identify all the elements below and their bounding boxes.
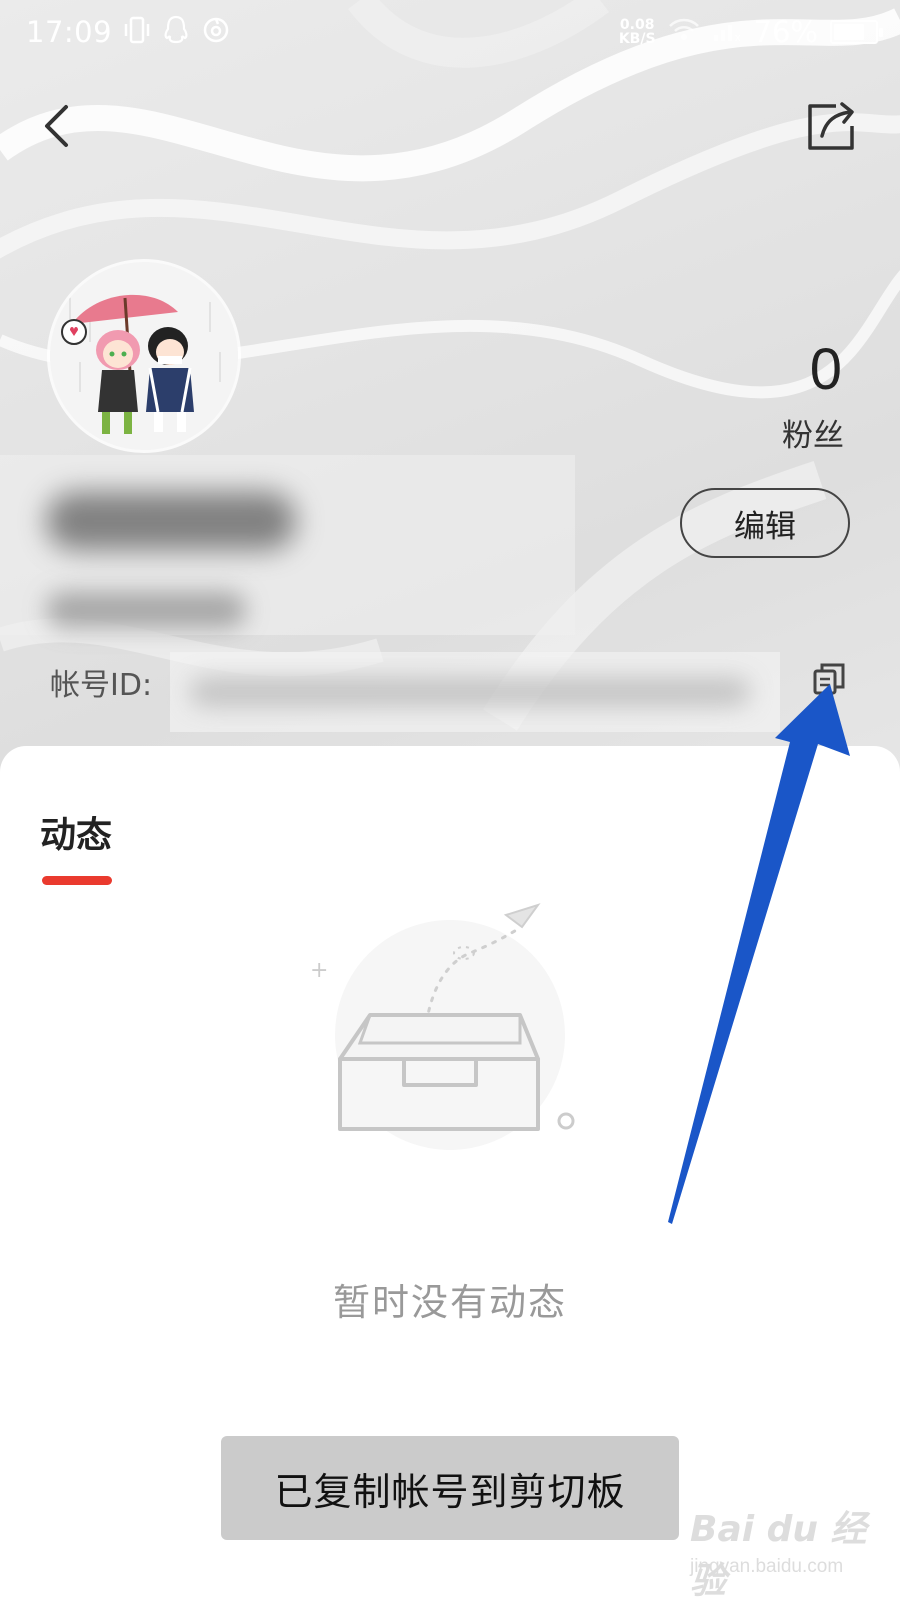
status-time: 17:09 (26, 15, 113, 49)
status-bar-left: 17:09 (26, 15, 230, 49)
chevron-left-icon (41, 103, 71, 153)
svg-text:+: + (310, 958, 328, 983)
followers-label[interactable]: 粉丝 (782, 410, 844, 455)
status-bar-right: 0.08 KB/S x 76% (619, 15, 883, 49)
blurred-user-subtitle (46, 592, 246, 628)
avatar-image (50, 262, 238, 450)
back-button[interactable] (28, 96, 84, 160)
vibrate-icon (124, 16, 150, 48)
empty-state-text: 暂时没有动态 (333, 1281, 567, 1324)
account-id-label: 帐号ID: (50, 668, 153, 703)
share-icon (806, 100, 858, 156)
svg-text:x: x (735, 32, 741, 43)
copy-account-id-button[interactable] (808, 660, 850, 702)
status-bar: 17:09 0.08 KB/S x 76% (0, 0, 900, 64)
qq-icon (162, 15, 190, 49)
network-speed: 0.08 KB/S (619, 18, 656, 46)
battery-icon (830, 20, 883, 44)
copied-toast: 已复制帐号到剪切板 (221, 1436, 679, 1540)
battery-percent: 76% (753, 15, 818, 49)
edit-profile-button[interactable]: 编辑 (680, 488, 850, 558)
share-button[interactable] (800, 96, 864, 160)
wifi-icon (668, 17, 700, 47)
network-speed-value: 0.08 (619, 17, 655, 33)
followers-count[interactable]: 0 (810, 336, 842, 403)
avatar[interactable] (50, 262, 238, 450)
empty-inbox-illustration: + (300, 895, 600, 1185)
account-id-value-blurred (170, 652, 780, 732)
signal-icon: x (712, 17, 742, 47)
copy-icon (811, 661, 847, 701)
tab-dynamics[interactable]: 动态 (40, 806, 112, 858)
battery-fill (834, 24, 865, 40)
tab-active-indicator (42, 876, 112, 885)
baidu-jingyan-watermark: Bai du 经验 jingyan.baidu.com (690, 1500, 870, 1600)
netease-music-icon (202, 16, 230, 48)
watermark-brand: Bai du 经验 (690, 1509, 867, 1600)
watermark-url: jingyan.baidu.com (690, 1556, 844, 1577)
network-speed-unit: KB/S (618, 31, 656, 47)
blurred-username (46, 492, 296, 550)
